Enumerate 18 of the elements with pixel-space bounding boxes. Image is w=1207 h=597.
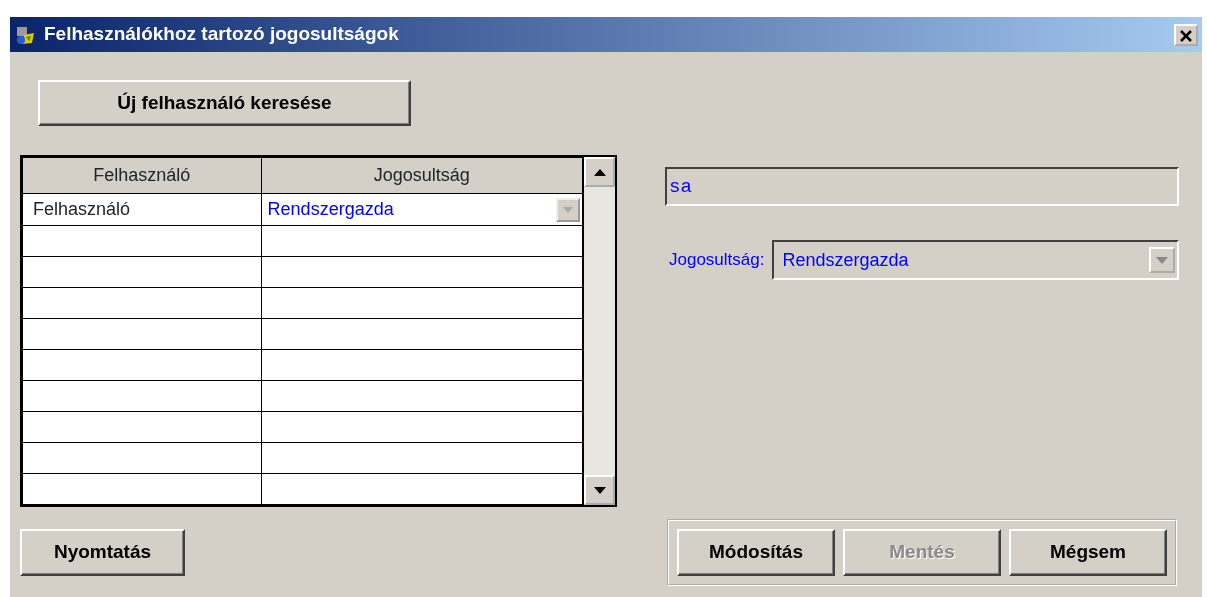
table-cell: Felhasználó bbox=[22, 193, 262, 226]
up-arrow-icon bbox=[593, 168, 606, 176]
role-dropdown[interactable]: Rendszergazda bbox=[772, 240, 1179, 280]
window-title: Felhasználókhoz tartozó jogosultságok bbox=[44, 22, 399, 47]
column-header: Jogosultság bbox=[261, 157, 583, 194]
search-user-button[interactable]: Új felhasználó keresése bbox=[38, 80, 411, 126]
scrollbar[interactable] bbox=[583, 157, 615, 505]
close-button[interactable] bbox=[1174, 23, 1198, 46]
print-button[interactable]: Nyomtatás bbox=[20, 529, 185, 576]
close-icon bbox=[1180, 30, 1192, 43]
action-button[interactable]: Mégsem bbox=[1009, 529, 1167, 576]
column-header: Felhasználó bbox=[22, 157, 262, 194]
action-button[interactable]: Módosítás bbox=[677, 529, 835, 576]
dropdown-arrow-icon bbox=[1156, 256, 1168, 264]
role-label: Jogosultság: bbox=[669, 249, 765, 272]
down-arrow-icon bbox=[593, 486, 606, 494]
dropdown-arrow-icon bbox=[563, 206, 574, 213]
user-field[interactable]: sa bbox=[665, 167, 1179, 206]
